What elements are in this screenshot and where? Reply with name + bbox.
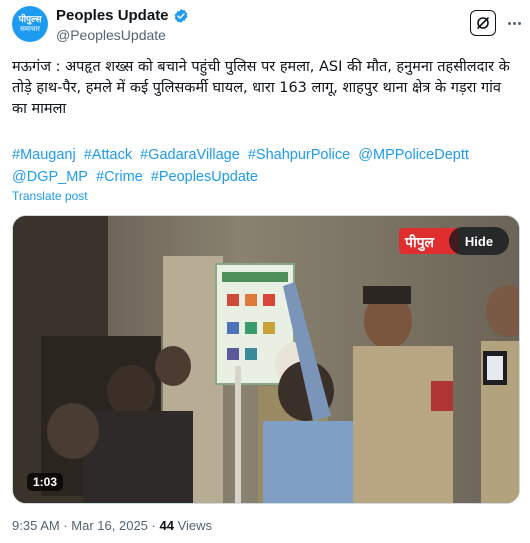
hashtag-link[interactable]: #GadaraVillage (140, 147, 240, 163)
more-options-icon[interactable] (504, 10, 524, 36)
hide-media-button[interactable]: Hide (449, 227, 509, 255)
avatar[interactable]: पीपुल्स समाचार (12, 6, 48, 42)
hashtag-link[interactable]: #Crime (96, 169, 143, 185)
avatar-text-top: पीपुल्स (18, 15, 42, 25)
author-display-name[interactable]: Peoples Update (56, 7, 169, 24)
post-card: पीपुल्स समाचार Peoples Update @PeoplesUp… (0, 0, 530, 543)
author-name-row: Peoples Update (56, 7, 189, 24)
post-meta: 9:35 AM · Mar 16, 2025 · 44 Views (12, 518, 212, 533)
hashtag-link[interactable]: #Attack (84, 147, 132, 163)
grok-button[interactable] (470, 10, 496, 36)
grok-icon (477, 17, 489, 29)
video-duration-badge: 1:03 (27, 473, 64, 491)
watermark-text: पीपुल (404, 234, 435, 252)
views-count: 44 (159, 518, 174, 533)
mention-link[interactable]: @MPPoliceDeptt (358, 147, 469, 163)
video-frame: पीपुल (13, 216, 519, 503)
author-handle[interactable]: @PeoplesUpdate (56, 27, 166, 43)
verified-badge-icon (174, 8, 187, 23)
views-label: Views (177, 518, 213, 533)
mention-link[interactable]: @DGP_MP (12, 169, 88, 185)
hashtag-list: #Mauganj #Attack #GadaraVillage #Shahpur… (12, 144, 518, 188)
post-text: मऊगंज : अपहृत शख्स को बचाने पहुंची पुलिस… (12, 59, 510, 117)
post-time[interactable]: 9:35 AM (12, 518, 60, 533)
hashtag-link[interactable]: #PeoplesUpdate (151, 169, 258, 185)
translate-post-link[interactable]: Translate post (12, 189, 88, 203)
video-player[interactable]: पीपुल (12, 215, 520, 504)
hashtag-link[interactable]: #Mauganj (12, 147, 76, 163)
hashtag-link[interactable]: #ShahpurPolice (248, 147, 350, 163)
meta-separator: · (151, 518, 156, 533)
meta-separator: · (63, 518, 68, 533)
post-date[interactable]: Mar 16, 2025 (71, 518, 148, 533)
avatar-text-bottom: समाचार (20, 25, 40, 33)
